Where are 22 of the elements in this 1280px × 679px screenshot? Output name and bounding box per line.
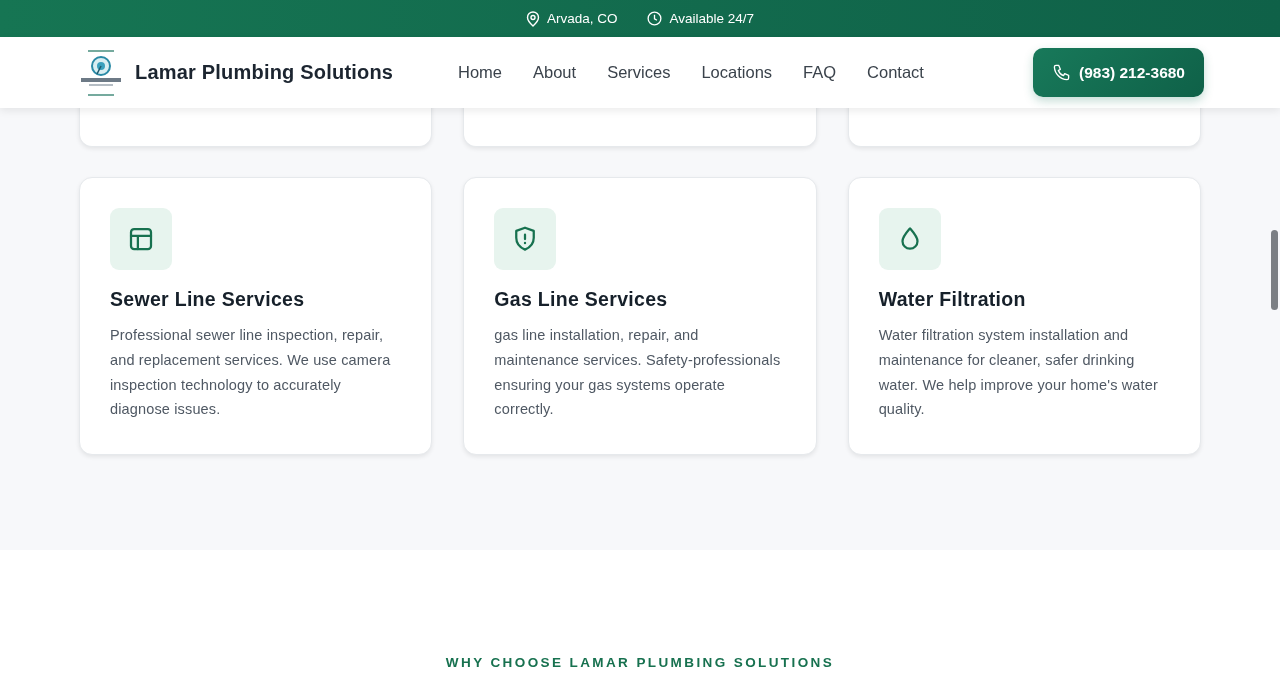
clock-icon <box>647 11 663 26</box>
location-pin-icon <box>525 10 540 27</box>
phone-icon <box>1052 63 1071 82</box>
nav-link[interactable]: Contact <box>867 63 924 82</box>
phone-button[interactable]: (983) 212-3680 <box>1033 48 1204 97</box>
nav-link[interactable]: Services <box>607 63 671 82</box>
scrollbar-thumb[interactable] <box>1271 230 1278 310</box>
card-title: Water Filtration <box>878 288 1027 311</box>
availability-text: Available 24/7 <box>669 11 755 26</box>
nav-link[interactable]: FAQ <box>803 63 837 82</box>
location-text: Arvada, CO <box>546 11 618 26</box>
logo-icon[interactable] <box>78 48 124 97</box>
section-eyebrow: WHY CHOOSE LAMAR PLUMBING SOLUTIONS <box>445 655 835 671</box>
card-description: Professional sewer line inspection, repair, and replacement services. We use camera inspection technology to accurately diagnose issues. <box>110 326 392 420</box>
brand-name[interactable]: Lamar Plumbing Solutions <box>135 61 394 84</box>
nav-link[interactable]: Locations <box>701 63 773 82</box>
nav-link[interactable]: About <box>533 63 577 82</box>
card-description: gas line installation, repair, and maintenance services. Safety-professionals ensuring your gas systems operate correctly. <box>494 326 782 420</box>
nav-link[interactable]: Home <box>458 63 502 82</box>
card-title: Gas Line Services <box>494 288 669 311</box>
card-title: Sewer Line Services <box>110 288 306 311</box>
card-description: Water filtration system installation and maintenance for cleaner, safer drinking water. We help improve your home's water quality. <box>878 326 1159 420</box>
